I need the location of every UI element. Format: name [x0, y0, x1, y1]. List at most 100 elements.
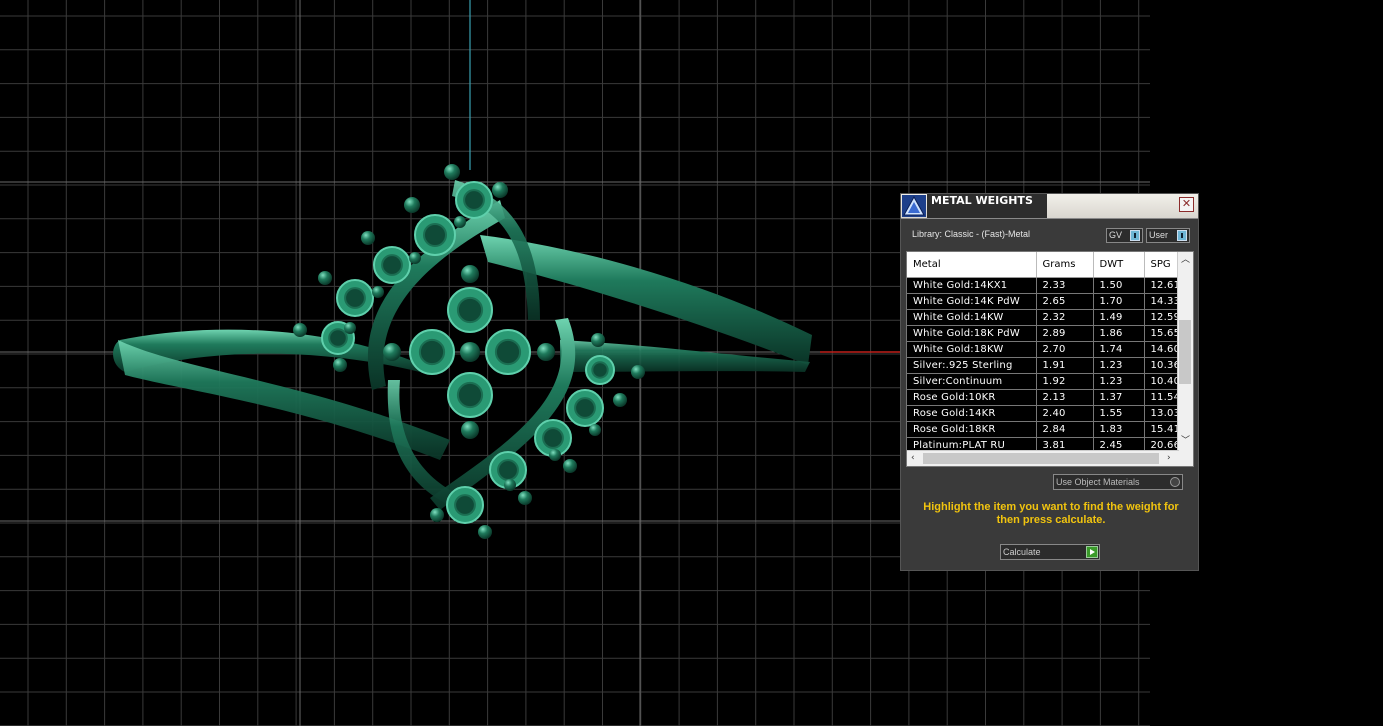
table-row[interactable]: White Gold:14KX1 2.33 1.50 12.61	[907, 277, 1180, 294]
cell-dwt: 1.23	[1093, 373, 1145, 390]
prong-bead	[518, 491, 532, 505]
chevron-right-icon[interactable]: ›	[1167, 453, 1171, 463]
cell-metal: Rose Gold:18KR	[907, 421, 1037, 438]
cell-metal: White Gold:14K PdW	[907, 293, 1037, 310]
table-row[interactable]: White Gold:18KW 2.70 1.74 14.60	[907, 341, 1180, 358]
cell-grams: 2.33	[1036, 277, 1094, 294]
stone-seat	[497, 459, 519, 481]
stone-seat	[344, 287, 366, 309]
prong-bead	[478, 525, 492, 539]
stone-seat	[456, 296, 484, 324]
horizontal-scrollbar[interactable]: ‹ ›	[907, 450, 1179, 466]
calculate-button[interactable]: Calculate	[1000, 544, 1100, 560]
play-icon	[1086, 546, 1098, 558]
stone-seat	[542, 427, 564, 449]
user-toggle-label: User	[1149, 230, 1169, 240]
column-header-spg[interactable]: SPG	[1144, 252, 1180, 278]
cell-spg: 13.03	[1144, 405, 1180, 422]
table-row[interactable]: Rose Gold:18KR 2.84 1.83 15.41	[907, 421, 1180, 438]
table-row[interactable]: Rose Gold:14KR 2.40 1.55 13.03	[907, 405, 1180, 422]
table-row[interactable]: White Gold:18K PdW 2.89 1.86 15.65	[907, 325, 1180, 342]
panel-titlebar[interactable]: METAL WEIGHTS ✕	[901, 194, 1198, 219]
cell-metal: Silver:.925 Sterling	[907, 357, 1037, 374]
stone-seat	[456, 381, 484, 409]
prong-bead	[409, 252, 421, 264]
cell-spg: 14.33	[1144, 293, 1180, 310]
cell-spg: 12.61	[1144, 277, 1180, 294]
prong-bead	[461, 421, 479, 439]
chevron-left-icon[interactable]: ‹	[911, 453, 915, 463]
prong-bead	[404, 197, 420, 213]
use-object-materials-label: Use Object Materials	[1056, 477, 1140, 487]
prong-bead	[504, 479, 516, 491]
stone-seat	[454, 494, 476, 516]
stone-seat	[381, 254, 403, 276]
prong-bead	[444, 164, 460, 180]
stone-seat	[494, 338, 522, 366]
use-object-materials-toggle[interactable]: Use Object Materials	[1053, 474, 1183, 490]
prong-bead	[361, 231, 375, 245]
chevron-down-icon[interactable]: ﹀	[1181, 436, 1190, 446]
panel-title: METAL WEIGHTS	[927, 194, 1047, 218]
column-header-grams[interactable]: Grams	[1036, 252, 1094, 278]
cell-dwt: 1.86	[1093, 325, 1145, 342]
prong-bead	[613, 393, 627, 407]
prong-bead	[430, 508, 444, 522]
prong-bead	[318, 271, 332, 285]
prong-bead	[563, 459, 577, 473]
cell-metal: Rose Gold:10KR	[907, 389, 1037, 406]
prong-bead	[454, 216, 466, 228]
gv-toggle-label: GV	[1109, 230, 1123, 240]
cell-metal: White Gold:18K PdW	[907, 325, 1037, 342]
cell-grams: 1.91	[1036, 357, 1094, 374]
cell-spg: 10.36	[1144, 357, 1180, 374]
metal-weights-panel[interactable]: METAL WEIGHTS ✕ Library: Classic - (Fast…	[900, 193, 1199, 571]
cell-dwt: 1.23	[1093, 357, 1145, 374]
column-header-metal[interactable]: Metal	[907, 252, 1037, 278]
calculate-label: Calculate	[1003, 547, 1041, 557]
cell-dwt: 1.50	[1093, 277, 1145, 294]
stone-seat	[463, 189, 485, 211]
prong-bead	[344, 322, 356, 334]
cell-spg: 10.40	[1144, 373, 1180, 390]
cell-metal: Silver:Continuum	[907, 373, 1037, 390]
cell-grams: 2.13	[1036, 389, 1094, 406]
cell-metal: White Gold:18KW	[907, 341, 1037, 358]
table-row[interactable]: Silver:.925 Sterling 1.91 1.23 10.36	[907, 357, 1180, 374]
user-toggle[interactable]: User	[1146, 228, 1190, 243]
prong-bead	[333, 358, 347, 372]
table-row[interactable]: Rose Gold:10KR 2.13 1.37 11.54	[907, 389, 1180, 406]
cell-grams: 2.65	[1036, 293, 1094, 310]
table-row[interactable]: Silver:Continuum 1.92 1.23 10.40	[907, 373, 1180, 390]
column-header-dwt[interactable]: DWT	[1093, 252, 1145, 278]
vertical-scrollbar[interactable]: ︿ ﹀	[1177, 252, 1193, 451]
cell-grams: 1.92	[1036, 373, 1094, 390]
scrollbar-thumb[interactable]	[1179, 320, 1191, 384]
prong-bead	[293, 323, 307, 337]
cell-dwt: 1.37	[1093, 389, 1145, 406]
triangle-logo-icon	[902, 195, 926, 217]
cell-grams: 2.40	[1036, 405, 1094, 422]
table-row[interactable]: White Gold:14K PdW 2.65 1.70 14.33	[907, 293, 1180, 310]
cell-grams: 2.70	[1036, 341, 1094, 358]
prong-bead	[549, 449, 561, 461]
scrollbar-corner	[1178, 451, 1193, 466]
scrollbar-thumb[interactable]	[923, 453, 1159, 464]
toggle-switch-icon	[1177, 230, 1187, 241]
table-row[interactable]: White Gold:14KW 2.32 1.49 12.59	[907, 309, 1180, 326]
cell-dwt: 1.83	[1093, 421, 1145, 438]
cell-spg: 12.59	[1144, 309, 1180, 326]
cell-dwt: 1.70	[1093, 293, 1145, 310]
instruction-text: Highlight the item you want to find the …	[923, 501, 1179, 526]
prong-bead	[492, 182, 508, 198]
prong-bead	[461, 265, 479, 283]
cell-dwt: 1.49	[1093, 309, 1145, 326]
chevron-up-icon[interactable]: ︿	[1181, 255, 1190, 265]
prong-bead	[537, 343, 555, 361]
cell-dwt: 1.74	[1093, 341, 1145, 358]
metal-weights-table[interactable]: Metal Grams DWT SPG White Gold:14KX1 2.33…	[906, 251, 1194, 467]
gv-toggle[interactable]: GV	[1106, 228, 1143, 243]
cell-metal: Rose Gold:14KR	[907, 405, 1037, 422]
close-icon[interactable]: ✕	[1179, 197, 1194, 212]
stone-seat	[418, 338, 446, 366]
